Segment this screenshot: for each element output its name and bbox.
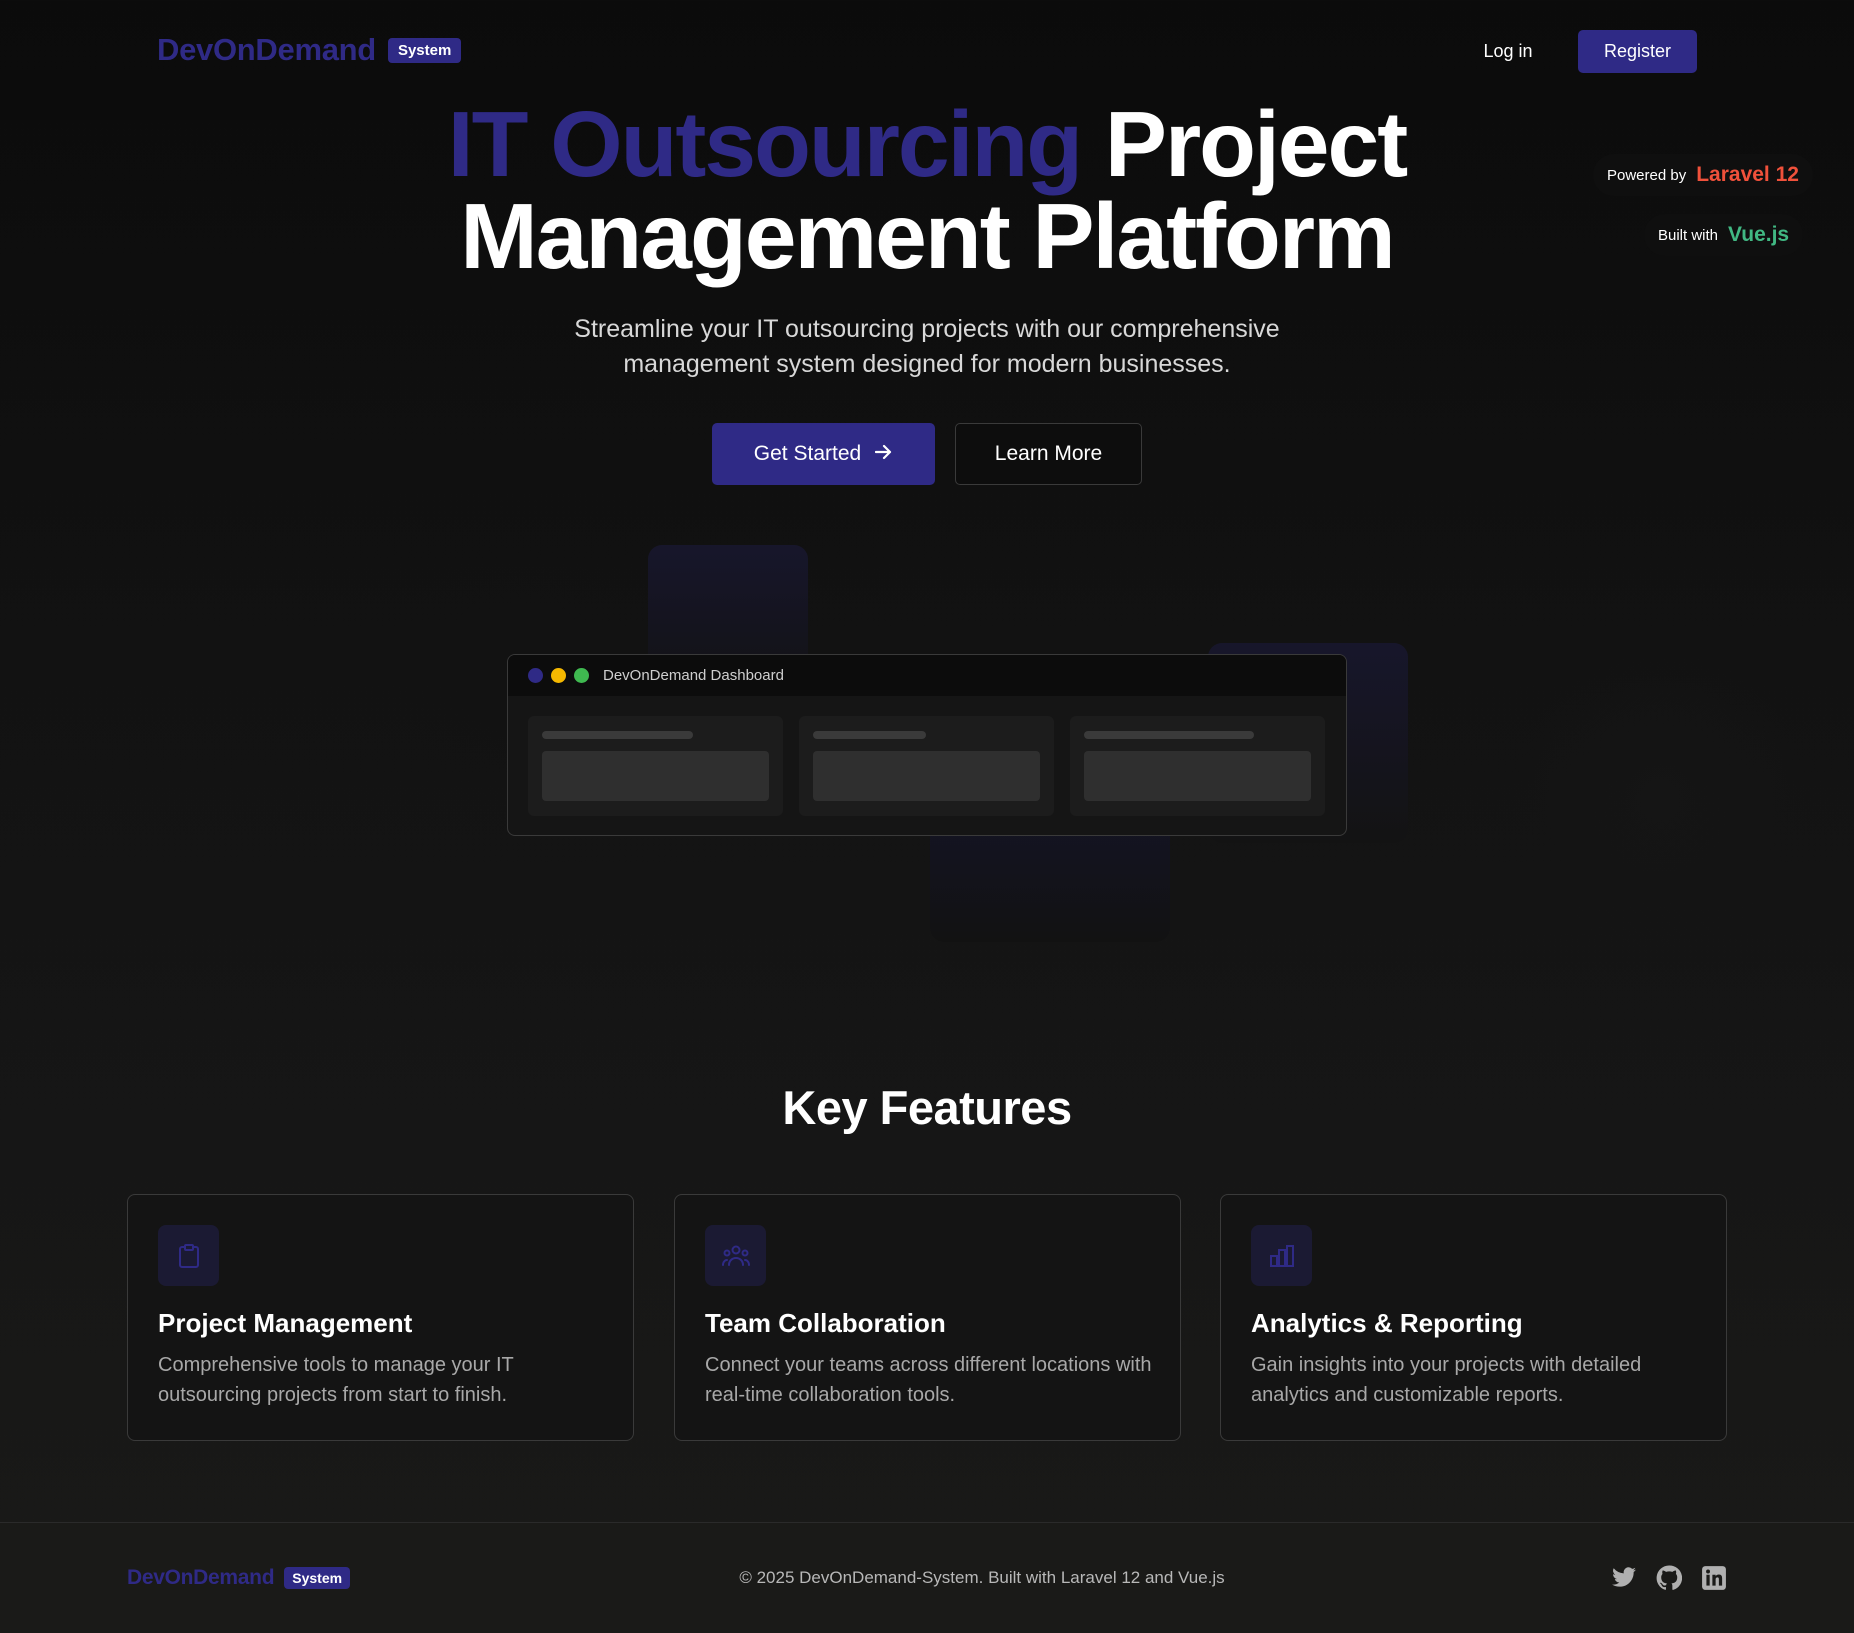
register-button[interactable]: Register bbox=[1578, 30, 1697, 73]
hero-title-line1-rest: Project bbox=[1104, 92, 1408, 196]
placeholder-line bbox=[1084, 731, 1254, 739]
team-icon bbox=[705, 1225, 766, 1286]
brand-name: DevOnDemand bbox=[157, 32, 376, 67]
dashboard-cards bbox=[528, 716, 1325, 816]
decor-blob bbox=[1510, 650, 1810, 950]
feature-title: Team Collaboration bbox=[705, 1308, 946, 1338]
feature-description: Gain insights into your projects with de… bbox=[1251, 1354, 1642, 1406]
feature-card-analytics-reporting: Analytics & Reporting Gain insights into… bbox=[1220, 1194, 1727, 1441]
twitter-icon[interactable] bbox=[1610, 1564, 1637, 1591]
arrow-right-icon bbox=[875, 442, 893, 466]
window-dot-icon bbox=[528, 668, 543, 683]
placeholder-line bbox=[813, 731, 926, 739]
window-dot-icon bbox=[574, 668, 589, 683]
login-link[interactable]: Log in bbox=[1460, 30, 1556, 73]
top-navigation: DevOnDemand System Log in Register bbox=[0, 0, 1854, 104]
clipboard-icon bbox=[158, 1225, 219, 1286]
placeholder-box bbox=[542, 751, 769, 801]
hero-subtitle: Streamline your IT outsourcing projects … bbox=[574, 315, 1280, 378]
hero-title-accent: IT Outsourcing bbox=[447, 92, 1083, 196]
get-started-label: Get Started bbox=[753, 442, 862, 465]
placeholder-line bbox=[542, 731, 693, 739]
get-started-button[interactable]: Get Started bbox=[712, 423, 935, 485]
hero-title: IT Outsourcing Project Management Platfo… bbox=[0, 98, 1854, 283]
dashboard-card-placeholder bbox=[528, 716, 783, 816]
hero-title-line2: Management Platform bbox=[460, 184, 1396, 288]
feature-card-project-management: Project Management Comprehensive tools t… bbox=[127, 1194, 634, 1441]
dashboard-title: DevOnDemand Dashboard bbox=[603, 667, 784, 684]
features-title: Key Features bbox=[782, 1081, 1072, 1134]
feature-description: Connect your teams across different loca… bbox=[705, 1354, 1152, 1406]
dashboard-card-placeholder bbox=[1070, 716, 1325, 816]
copyright-text: © 2025 DevOnDemand-System. Built with La… bbox=[739, 1568, 1225, 1587]
linkedin-icon[interactable] bbox=[1700, 1564, 1727, 1591]
dashboard-titlebar: DevOnDemand Dashboard bbox=[508, 655, 1346, 696]
footer: DevOnDemand System © 2025 DevOnDemand-Sy… bbox=[0, 1522, 1854, 1633]
placeholder-box bbox=[1084, 751, 1311, 801]
learn-more-button[interactable]: Learn More bbox=[955, 423, 1142, 485]
bar-chart-icon bbox=[1251, 1225, 1312, 1286]
brand-badge: System bbox=[387, 37, 462, 63]
dashboard-preview: DevOnDemand Dashboard bbox=[507, 654, 1347, 836]
dashboard-card-placeholder bbox=[799, 716, 1054, 816]
feature-description: Comprehensive tools to manage your IT ou… bbox=[158, 1354, 514, 1406]
placeholder-box bbox=[813, 751, 1040, 801]
feature-title: Analytics & Reporting bbox=[1251, 1308, 1523, 1338]
feature-card-team-collaboration: Team Collaboration Connect your teams ac… bbox=[674, 1194, 1181, 1441]
social-links bbox=[1610, 1564, 1727, 1591]
feature-title: Project Management bbox=[158, 1308, 413, 1338]
github-icon[interactable] bbox=[1655, 1564, 1682, 1591]
window-dot-icon bbox=[551, 668, 566, 683]
brand-logo[interactable]: DevOnDemand System bbox=[157, 32, 462, 68]
